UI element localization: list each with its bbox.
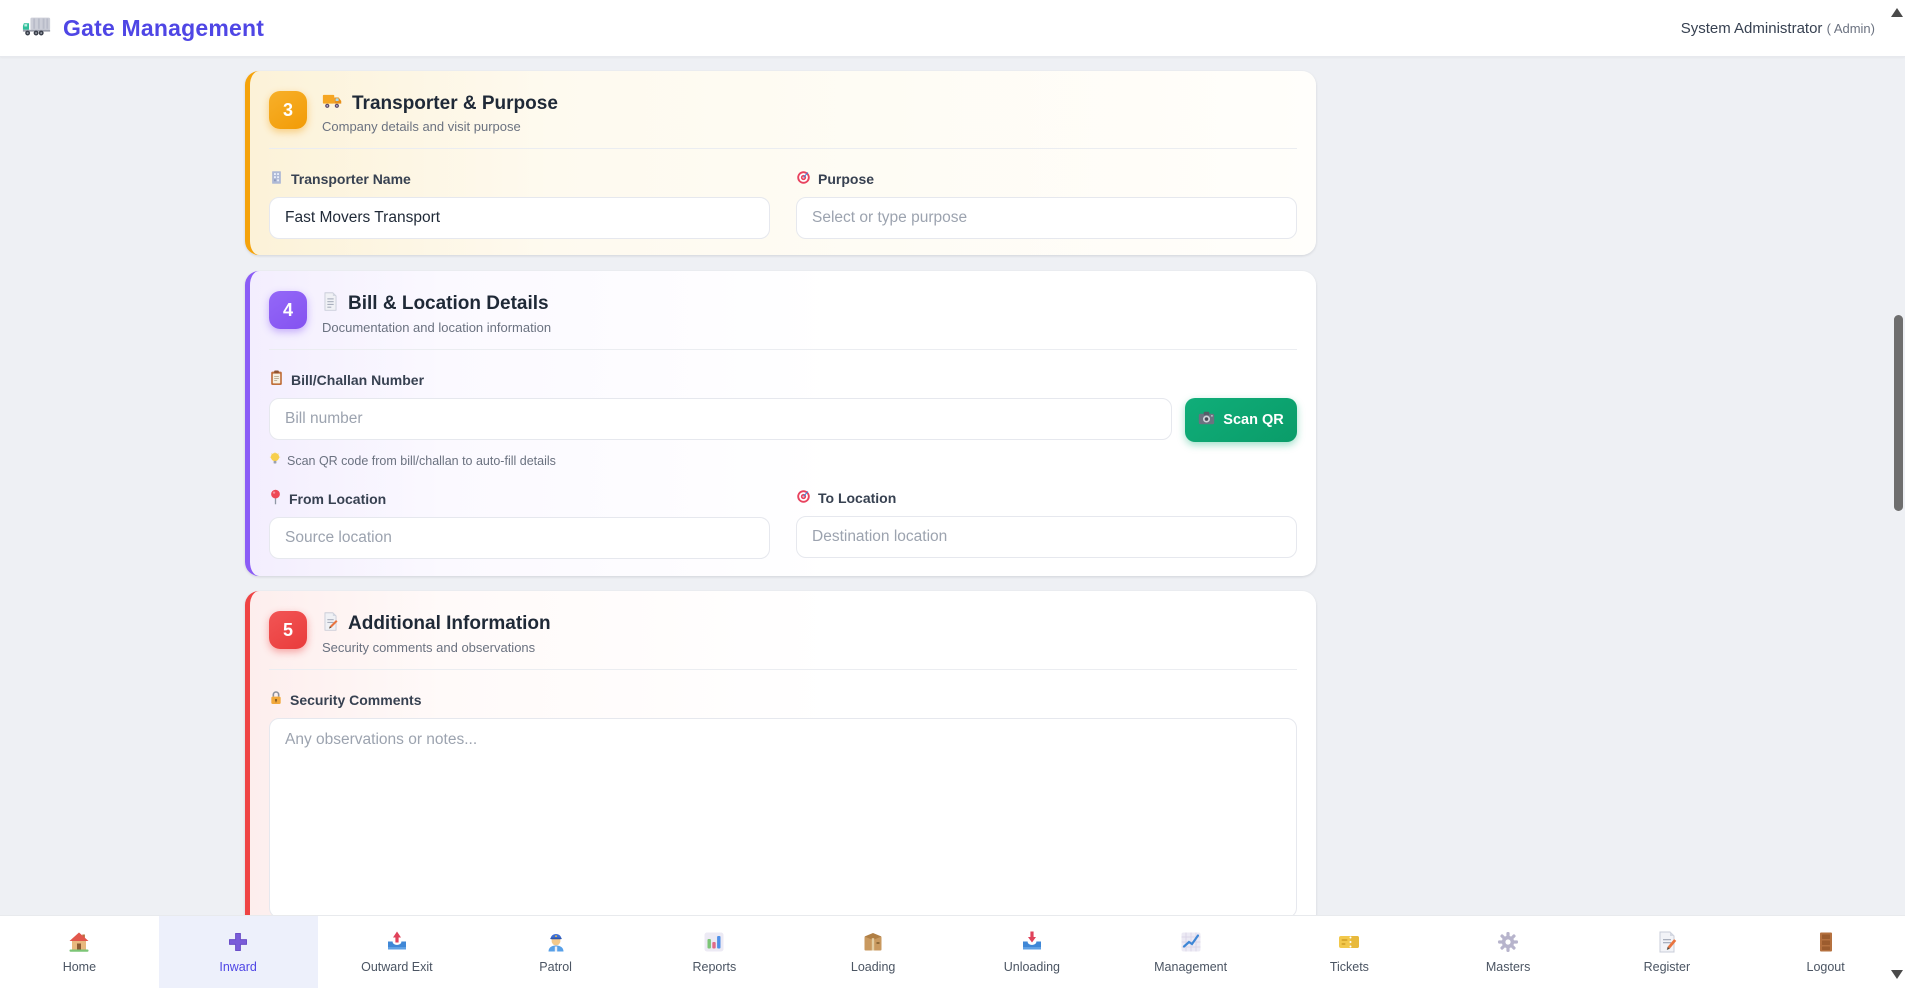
divider xyxy=(269,349,1297,350)
nav-label: Home xyxy=(63,960,96,974)
nav-item-masters[interactable]: Masters xyxy=(1429,916,1588,988)
nav-item-loading[interactable]: Loading xyxy=(794,916,953,988)
outbox-icon xyxy=(385,930,409,954)
scan-qr-button[interactable]: Scan QR xyxy=(1185,398,1297,442)
to-location-field-group: To Location xyxy=(796,489,1297,559)
nav-item-home[interactable]: Home xyxy=(0,916,159,988)
security-comments-label: Security Comments xyxy=(290,692,421,708)
from-location-field-group: From Location xyxy=(269,489,770,559)
police-officer-icon xyxy=(544,930,568,954)
camera-icon xyxy=(1198,411,1215,429)
plus-icon xyxy=(226,930,250,954)
nav-item-register[interactable]: Register xyxy=(1588,916,1747,988)
purpose-field-group: Purpose xyxy=(796,170,1297,239)
scrollbar[interactable] xyxy=(1891,0,1905,988)
gear-icon xyxy=(1496,930,1520,954)
section-transporter-purpose: 3 Transporter & Purpose Company de xyxy=(245,71,1316,255)
nav-item-outward-exit[interactable]: Outward Exit xyxy=(318,916,477,988)
step-badge-3: 3 xyxy=(269,91,307,129)
nav-item-reports[interactable]: Reports xyxy=(635,916,794,988)
divider xyxy=(269,148,1297,149)
hint-text: Scan QR code from bill/challan to auto-f… xyxy=(287,454,556,468)
step-badge-5: 5 xyxy=(269,611,307,649)
nav-item-management[interactable]: Management xyxy=(1111,916,1270,988)
door-icon xyxy=(1814,930,1838,954)
section-subtitle: Company details and visit purpose xyxy=(322,119,558,134)
security-comments-field-group: Security Comments xyxy=(269,690,1297,918)
to-location-label: To Location xyxy=(818,490,896,506)
target-icon xyxy=(796,170,811,188)
memo-icon xyxy=(322,612,339,636)
purpose-label: Purpose xyxy=(818,171,874,187)
nav-label: Unloading xyxy=(1004,960,1060,974)
nav-label: Logout xyxy=(1807,960,1845,974)
nav-item-logout[interactable]: Logout xyxy=(1746,916,1905,988)
section-title: Additional Information xyxy=(348,613,551,635)
nav-item-unloading[interactable]: Unloading xyxy=(953,916,1112,988)
scrollbar-down-arrow[interactable] xyxy=(1891,970,1903,979)
register-icon xyxy=(1655,930,1679,954)
nav-label: Loading xyxy=(851,960,896,974)
pin-icon xyxy=(269,489,282,508)
form-content: 3 Transporter & Purpose Company de xyxy=(245,71,1316,988)
security-comments-textarea[interactable] xyxy=(269,718,1297,918)
inbox-icon xyxy=(1020,930,1044,954)
from-location-input[interactable] xyxy=(269,517,770,559)
from-location-label: From Location xyxy=(289,491,386,507)
brand: Gate Management xyxy=(22,14,264,43)
bar-chart-icon xyxy=(702,930,726,954)
transporter-name-input[interactable] xyxy=(269,197,770,239)
ticket-icon xyxy=(1337,930,1361,954)
nav-item-tickets[interactable]: Tickets xyxy=(1270,916,1429,988)
section-subtitle: Security comments and observations xyxy=(322,640,551,655)
nav-item-patrol[interactable]: Patrol xyxy=(476,916,635,988)
scrollbar-thumb[interactable] xyxy=(1894,315,1903,511)
purpose-input[interactable] xyxy=(796,197,1297,239)
scan-qr-label: Scan QR xyxy=(1223,412,1283,428)
divider xyxy=(269,669,1297,670)
section-title: Transporter & Purpose xyxy=(352,93,558,115)
bill-number-label: Bill/Challan Number xyxy=(291,372,424,388)
transporter-name-label: Transporter Name xyxy=(291,171,411,187)
nav-label: Patrol xyxy=(539,960,572,974)
lock-icon xyxy=(269,690,283,709)
nav-label: Management xyxy=(1154,960,1227,974)
app-header: Gate Management System Administrator ( A… xyxy=(0,0,1905,57)
nav-label: Register xyxy=(1644,960,1691,974)
nav-item-inward[interactable]: Inward xyxy=(159,916,318,988)
scrollbar-up-arrow[interactable] xyxy=(1891,8,1903,17)
document-icon xyxy=(322,292,339,316)
package-icon xyxy=(861,930,885,954)
bill-number-field-group: Bill/Challan Number Scan QR xyxy=(269,370,1297,469)
target-icon xyxy=(796,489,811,507)
nav-label: Masters xyxy=(1486,960,1530,974)
nav-label: Reports xyxy=(692,960,736,974)
house-icon xyxy=(67,930,91,954)
to-location-input[interactable] xyxy=(796,516,1297,558)
delivery-truck-icon xyxy=(322,92,343,115)
bottom-navigation: Home Inward Outward Exit xyxy=(0,915,1905,988)
user-info[interactable]: System Administrator ( Admin) xyxy=(1681,20,1875,37)
nav-label: Outward Exit xyxy=(361,960,433,974)
page-title: Gate Management xyxy=(63,15,264,42)
step-badge-4: 4 xyxy=(269,291,307,329)
bill-number-input[interactable] xyxy=(269,398,1172,440)
section-bill-location: 4 Bill & Location Details Documentation … xyxy=(245,271,1316,576)
trend-chart-icon xyxy=(1179,930,1203,954)
bulb-icon xyxy=(269,452,281,469)
truck-icon xyxy=(22,14,52,43)
section-subtitle: Documentation and location information xyxy=(322,320,551,335)
clipboard-icon xyxy=(269,370,284,389)
transporter-name-field-group: Transporter Name xyxy=(269,170,770,239)
user-role: ( Admin) xyxy=(1827,21,1875,36)
user-name: System Administrator xyxy=(1681,20,1823,37)
section-title: Bill & Location Details xyxy=(348,293,549,315)
nav-label: Tickets xyxy=(1330,960,1369,974)
scan-qr-hint: Scan QR code from bill/challan to auto-f… xyxy=(269,452,1297,469)
nav-label: Inward xyxy=(219,960,257,974)
building-icon xyxy=(269,170,284,188)
